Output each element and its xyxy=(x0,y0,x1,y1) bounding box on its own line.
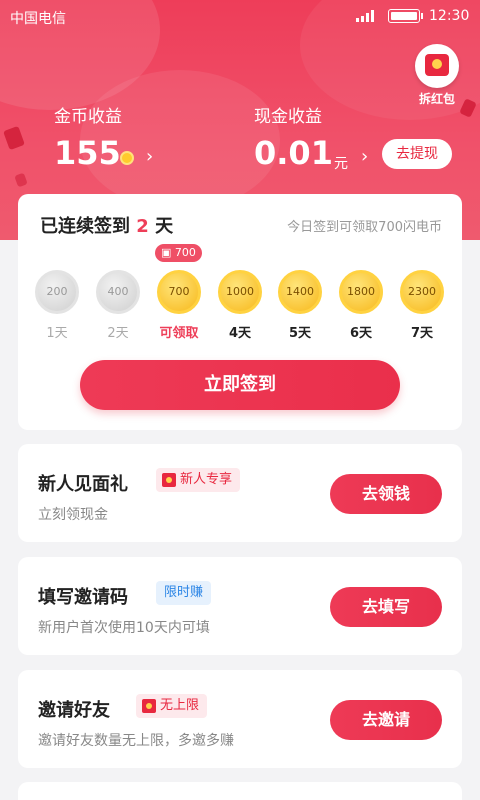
task-desc: 立刻领现金 xyxy=(38,507,108,523)
invite-friends-button[interactable]: 去邀请 xyxy=(330,700,442,740)
task-desc: 邀请好友数量无上限，多邀多赚 xyxy=(38,733,234,749)
coin-icon: 700 xyxy=(157,270,201,314)
signin-day: 200 1天 xyxy=(32,270,82,341)
coin-icon: 400 xyxy=(96,270,140,314)
task-title: 邀请好友 xyxy=(38,700,110,721)
carrier-label: 中国电信 xyxy=(10,11,66,27)
signin-hint: 今日签到可领取700闪电币 xyxy=(287,220,442,235)
streak-suffix: 天 xyxy=(155,216,174,237)
task-tag: 新人专享 xyxy=(156,468,241,492)
day-label: 7天 xyxy=(410,326,434,341)
signin-day: 1400 5天 xyxy=(275,270,325,341)
coin-icon xyxy=(120,151,134,165)
red-packet-icon xyxy=(415,44,459,88)
coin-earnings-chevron-icon[interactable]: › xyxy=(146,146,153,167)
day-label: 6天 xyxy=(349,326,373,341)
reward-tooltip-value: 700 xyxy=(174,246,196,259)
red-envelope-icon xyxy=(162,473,176,487)
coin-icon: 1000 xyxy=(218,270,262,314)
coin-icon: 1800 xyxy=(339,270,383,314)
task-card-invite-friends: 邀请好友 无上限 邀请好友数量无上限，多邀多赚 去邀请 xyxy=(18,670,462,768)
red-envelope-decor-icon xyxy=(3,125,25,151)
day-label: 4天 xyxy=(228,326,252,341)
task-tag: 限时赚 xyxy=(156,581,212,605)
claim-cash-button[interactable]: 去领钱 xyxy=(330,474,442,514)
task-tag-label: 新人专享 xyxy=(180,472,233,487)
fill-invite-code-button[interactable]: 去填写 xyxy=(330,587,442,627)
task-title: 新人见面礼 xyxy=(38,474,128,495)
red-envelope-decor-icon xyxy=(14,172,28,188)
wallet-icon: ▣ xyxy=(161,246,172,259)
cash-earnings-value: 0.01 xyxy=(254,134,333,172)
day-label: 1天 xyxy=(46,326,68,341)
cash-earnings-label: 现金收益 xyxy=(254,107,322,127)
signin-card: 已连续签到 2 天 今日签到可领取700闪电币 ▣ 700 200 1天 400… xyxy=(18,194,462,430)
red-packet-label: 拆红包 xyxy=(418,92,455,106)
task-card-newcomer-gift: 新人见面礼 新人专享 立刻领现金 去领钱 xyxy=(18,444,462,542)
task-tag-label: 限时赚 xyxy=(164,585,204,600)
signal-icon xyxy=(356,10,374,22)
signin-day: 400 2天 xyxy=(93,270,143,341)
signin-day: 1800 6天 xyxy=(336,270,386,341)
task-tag: 无上限 xyxy=(136,694,208,718)
open-red-packet-button[interactable]: 拆红包 xyxy=(412,44,462,107)
day-label: 5天 xyxy=(288,326,312,341)
withdraw-button[interactable]: 去提现 xyxy=(382,139,452,169)
cash-unit: 元 xyxy=(334,156,348,172)
streak-prefix: 已连续签到 xyxy=(40,216,130,237)
battery-icon xyxy=(388,9,423,23)
task-card-partial xyxy=(18,782,462,800)
coin-earnings-label: 金币收益 xyxy=(54,107,122,127)
signin-button[interactable]: 立即签到 xyxy=(80,360,400,410)
task-card-invite-code: 填写邀请码 限时赚 新用户首次使用10天内可填 去填写 xyxy=(18,557,462,655)
reward-tooltip: ▣ 700 xyxy=(155,244,202,262)
red-envelope-icon xyxy=(142,699,156,713)
day-label: 2天 xyxy=(107,326,129,341)
coin-earnings-value: 155 xyxy=(54,134,121,172)
streak-days: 2 xyxy=(136,216,149,237)
status-bar: 中国电信 12:30 xyxy=(0,0,480,32)
cash-earnings-chevron-icon[interactable]: › xyxy=(361,146,368,167)
signin-day-today[interactable]: 700 可领取 xyxy=(154,270,204,341)
day-label: 可领取 xyxy=(159,326,199,341)
coin-icon: 1400 xyxy=(278,270,322,314)
signin-day: 1000 4天 xyxy=(215,270,265,341)
coin-icon: 200 xyxy=(35,270,79,314)
signin-day: 2300 7天 xyxy=(397,270,447,341)
task-desc: 新用户首次使用10天内可填 xyxy=(38,620,210,636)
clock: 12:30 xyxy=(429,8,470,24)
coin-icon: 2300 xyxy=(400,270,444,314)
signin-streak-title: 已连续签到 2 天 xyxy=(40,212,173,238)
task-title: 填写邀请码 xyxy=(38,587,128,608)
task-tag-label: 无上限 xyxy=(160,698,200,713)
